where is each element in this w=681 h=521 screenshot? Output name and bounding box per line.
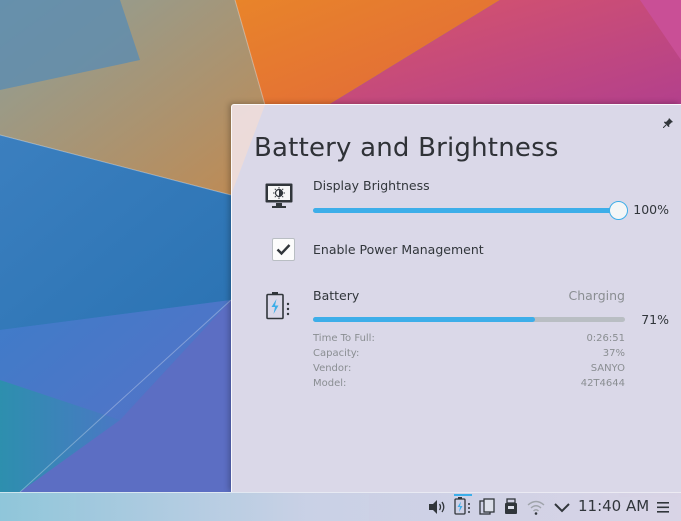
detail-key: Time To Full: [313,333,375,344]
battery-status: Charging [568,288,626,303]
clipboard-icon[interactable] [479,498,497,516]
detail-value: 0:26:51 [586,333,625,344]
detail-row: Time To Full: 0:26:51 [313,333,625,348]
menu-icon[interactable] [656,498,674,516]
battery-charging-icon [266,292,292,324]
detail-key: Model: [313,378,347,389]
network-wifi-icon[interactable] [527,498,545,516]
checkmark-icon [276,244,291,256]
brightness-slider-fill [313,208,617,213]
power-management-label: Enable Power Management [313,242,484,257]
battery-percentage: 71% [641,312,669,327]
battery-charge-bar [313,317,625,322]
battery-label: Battery [313,288,360,303]
display-brightness-icon [265,183,293,213]
volume-icon[interactable] [427,498,445,516]
brightness-slider[interactable] [313,208,617,213]
detail-row: Vendor: SANYO [313,363,625,378]
brightness-percentage: 100% [633,202,669,217]
battery-charge-fill [313,317,535,322]
detail-key: Capacity: [313,348,360,359]
battery-details: Time To Full: 0:26:51 Capacity: 37% Vend… [313,333,625,393]
detail-key: Vendor: [313,363,352,374]
detail-value: 37% [602,348,625,359]
brightness-label: Display Brightness [313,178,430,193]
detail-row: Model: 42T4644 [313,378,625,393]
detail-row: Capacity: 37% [313,348,625,363]
clock[interactable]: 11:40 AM [578,497,649,515]
battery-icon[interactable] [454,494,472,518]
expand-tray-icon[interactable] [553,498,571,516]
power-management-checkbox[interactable] [272,238,295,261]
taskbar: 11:40 AM [0,492,681,521]
detail-value: SANYO [590,363,625,374]
brightness-slider-handle[interactable] [608,201,628,220]
pin-icon[interactable] [662,113,673,129]
detail-value: 42T4644 [580,378,625,389]
device-notifier-icon[interactable] [503,498,521,516]
popup-title: Battery and Brightness [254,133,559,163]
battery-brightness-popup: Battery and Brightness Display Brightnes… [231,104,681,492]
